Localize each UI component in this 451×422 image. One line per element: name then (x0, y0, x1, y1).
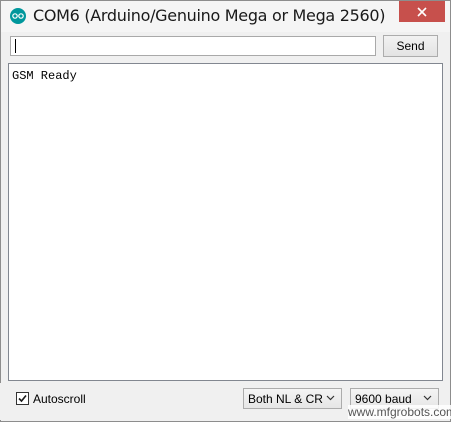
chevron-down-icon (326, 395, 335, 401)
close-icon (417, 6, 427, 17)
text-caret (15, 39, 16, 53)
output-line: GSM Ready (12, 69, 77, 83)
autoscroll-label: Autoscroll (33, 391, 86, 406)
send-button[interactable]: Send (383, 35, 438, 57)
serial-input-field[interactable] (10, 36, 376, 56)
line-ending-value: Both NL & CR (248, 391, 323, 406)
autoscroll-toggle[interactable]: Autoscroll (16, 391, 86, 406)
chevron-down-icon (423, 395, 432, 401)
checkmark-icon (18, 394, 27, 403)
close-button[interactable] (399, 1, 445, 22)
arduino-logo-icon (10, 8, 26, 24)
serial-output-area[interactable]: GSM Ready (8, 63, 443, 381)
window-title: COM6 (Arduino/Genuino Mega or Mega 2560) (33, 6, 386, 25)
title-bar[interactable]: COM6 (Arduino/Genuino Mega or Mega 2560) (1, 1, 450, 32)
baud-rate-value: 9600 baud (355, 391, 412, 406)
autoscroll-checkbox[interactable] (16, 392, 29, 405)
line-ending-dropdown[interactable]: Both NL & CR (243, 388, 342, 409)
watermark-text: www.mfgrobots.com (348, 405, 451, 419)
